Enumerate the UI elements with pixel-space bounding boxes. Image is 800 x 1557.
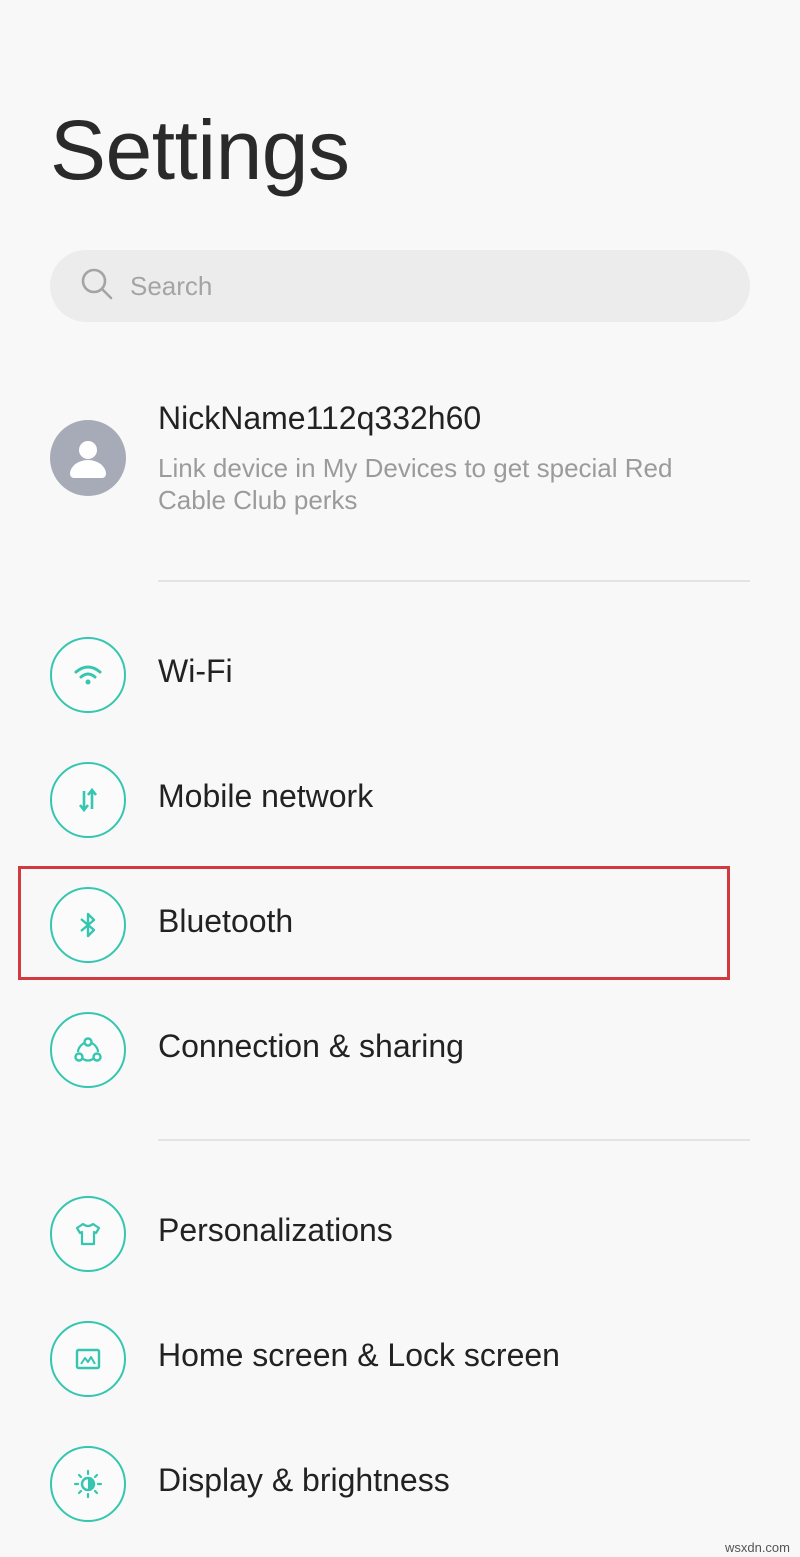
settings-item-home-lock-screen[interactable]: Home screen & Lock screen [50, 1321, 750, 1397]
tshirt-icon [50, 1196, 126, 1272]
user-icon [70, 441, 106, 478]
account-row[interactable]: NickName112q332h60 Link device in My Dev… [50, 398, 750, 528]
divider [158, 1139, 750, 1141]
settings-item-wifi[interactable]: Wi-Fi [50, 637, 750, 713]
settings-item-connection-sharing[interactable]: Connection & sharing [50, 1012, 750, 1088]
item-label: Mobile network [158, 778, 374, 814]
highlight-box [18, 866, 730, 980]
brightness-icon [50, 1446, 126, 1522]
avatar [50, 420, 126, 496]
item-label: Display & brightness [158, 1462, 450, 1498]
wifi-icon [50, 637, 126, 713]
item-label: Home screen & Lock screen [158, 1337, 560, 1373]
watermark: wsxdn.com [724, 1540, 790, 1555]
settings-item-personalizations[interactable]: Personalizations [50, 1196, 750, 1272]
wallpaper-icon [50, 1321, 126, 1397]
settings-item-display-brightness[interactable]: Display & brightness [50, 1446, 750, 1522]
item-label: Personalizations [158, 1212, 393, 1248]
share-icon [50, 1012, 126, 1088]
item-label: Connection & sharing [158, 1028, 464, 1064]
search-icon [80, 267, 114, 306]
account-name: NickName112q332h60 [158, 400, 482, 436]
account-subtitle: Link device in My Devices to get special… [158, 453, 673, 515]
search-placeholder: Search [130, 270, 213, 301]
page-title: Settings [50, 103, 350, 197]
settings-item-mobile-network[interactable]: Mobile network [50, 762, 750, 838]
mobile-data-icon [50, 762, 126, 838]
search-bar[interactable]: Search [50, 250, 750, 322]
divider [158, 580, 750, 582]
item-label: Wi-Fi [158, 653, 233, 689]
